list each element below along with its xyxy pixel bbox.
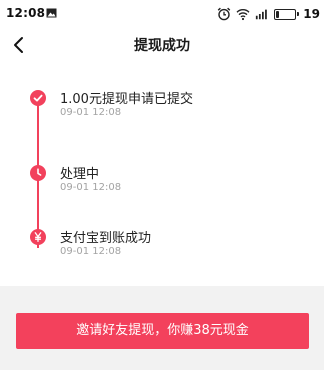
signal-icon — [256, 9, 268, 20]
check-icon — [33, 94, 43, 102]
step-status-dot — [30, 165, 46, 181]
step-time: 09-01 12:08 — [60, 246, 122, 257]
step-status-dot — [30, 90, 46, 106]
timeline-step-processing: 处理中 09-01 12:08 — [0, 165, 324, 205]
page-title: 提现成功 — [134, 38, 190, 54]
status-bar: 12:08 19 — [0, 0, 324, 28]
yuan-icon — [34, 232, 42, 243]
timeline-step-arrived: 支付宝到账成功 09-01 12:08 — [0, 229, 324, 269]
wifi-icon — [236, 9, 250, 21]
status-time: 12:08 — [6, 6, 46, 20]
battery-percent: 19 — [303, 7, 320, 21]
withdraw-timeline-card: 1.00元提现申请已提交 09-01 12:08 处理中 09-01 12:08… — [0, 60, 324, 286]
invite-friends-button[interactable]: 邀请好友提现，你赚38元现金 — [16, 313, 309, 349]
step-time: 09-01 12:08 — [60, 182, 122, 193]
gallery-icon — [46, 8, 57, 18]
timeline-step-submitted: 1.00元提现申请已提交 09-01 12:08 — [0, 90, 324, 130]
step-status-dot — [30, 229, 46, 245]
battery-level-fill — [276, 10, 280, 18]
step-time: 09-01 12:08 — [60, 107, 122, 118]
battery-icon — [274, 8, 300, 20]
status-icons: 19 — [217, 5, 320, 23]
nav-bar: 提现成功 — [0, 28, 324, 60]
withdraw-success-screen: 12:08 19 提现成功 1.00元提现申请已提交 09-01 12:08 处… — [0, 0, 324, 370]
alarm-icon — [218, 7, 231, 21]
step-label: 1.00元提现申请已提交 — [60, 92, 193, 107]
step-label: 支付宝到账成功 — [60, 231, 152, 246]
clock-icon — [37, 168, 42, 176]
step-label: 处理中 — [60, 167, 100, 182]
